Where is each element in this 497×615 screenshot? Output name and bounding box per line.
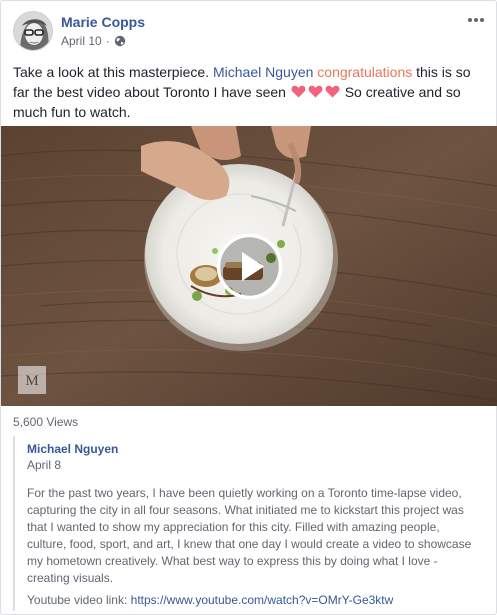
more-icon[interactable] xyxy=(466,13,486,25)
facebook-post: Marie Copps April 10 · Take a look at th… xyxy=(0,0,497,615)
avatar[interactable] xyxy=(13,11,53,51)
watermark-letter: M xyxy=(25,373,38,389)
youtube-link[interactable]: https://www.youtube.com/watch?v=OMrY-Ge3… xyxy=(131,593,394,607)
description-body: For the past two years, I have been quie… xyxy=(27,486,472,585)
view-count: 5,600 Views xyxy=(13,415,79,429)
post-date[interactable]: April 10 xyxy=(61,34,102,48)
post-meta: April 10 · xyxy=(61,34,126,48)
heart-icon xyxy=(291,83,306,98)
link-label: Youtube video link: xyxy=(27,593,131,607)
play-icon xyxy=(216,233,283,300)
play-button[interactable] xyxy=(216,233,283,300)
globe-icon[interactable] xyxy=(114,35,126,47)
post-text: Take a look at this masterpiece. Michael… xyxy=(13,62,489,122)
description-author[interactable]: Michael Nguyen xyxy=(27,442,118,456)
channel-watermark: M xyxy=(18,366,46,394)
heart-icon xyxy=(308,83,323,98)
mention-link[interactable]: Michael Nguyen xyxy=(213,64,313,80)
video-description: Michael Nguyen April 8 For the past two … xyxy=(13,436,486,611)
heart-icon xyxy=(325,83,340,98)
congratulations-text: congratulations xyxy=(317,64,413,80)
post-text-intro: Take a look at this masterpiece. xyxy=(13,64,213,80)
post-header: Marie Copps April 10 · xyxy=(13,11,486,55)
meta-separator: · xyxy=(105,34,110,48)
description-date: April 8 xyxy=(27,458,62,472)
description-link-line: Youtube video link: https://www.youtube.… xyxy=(27,593,487,607)
post-author-name[interactable]: Marie Copps xyxy=(61,14,145,30)
